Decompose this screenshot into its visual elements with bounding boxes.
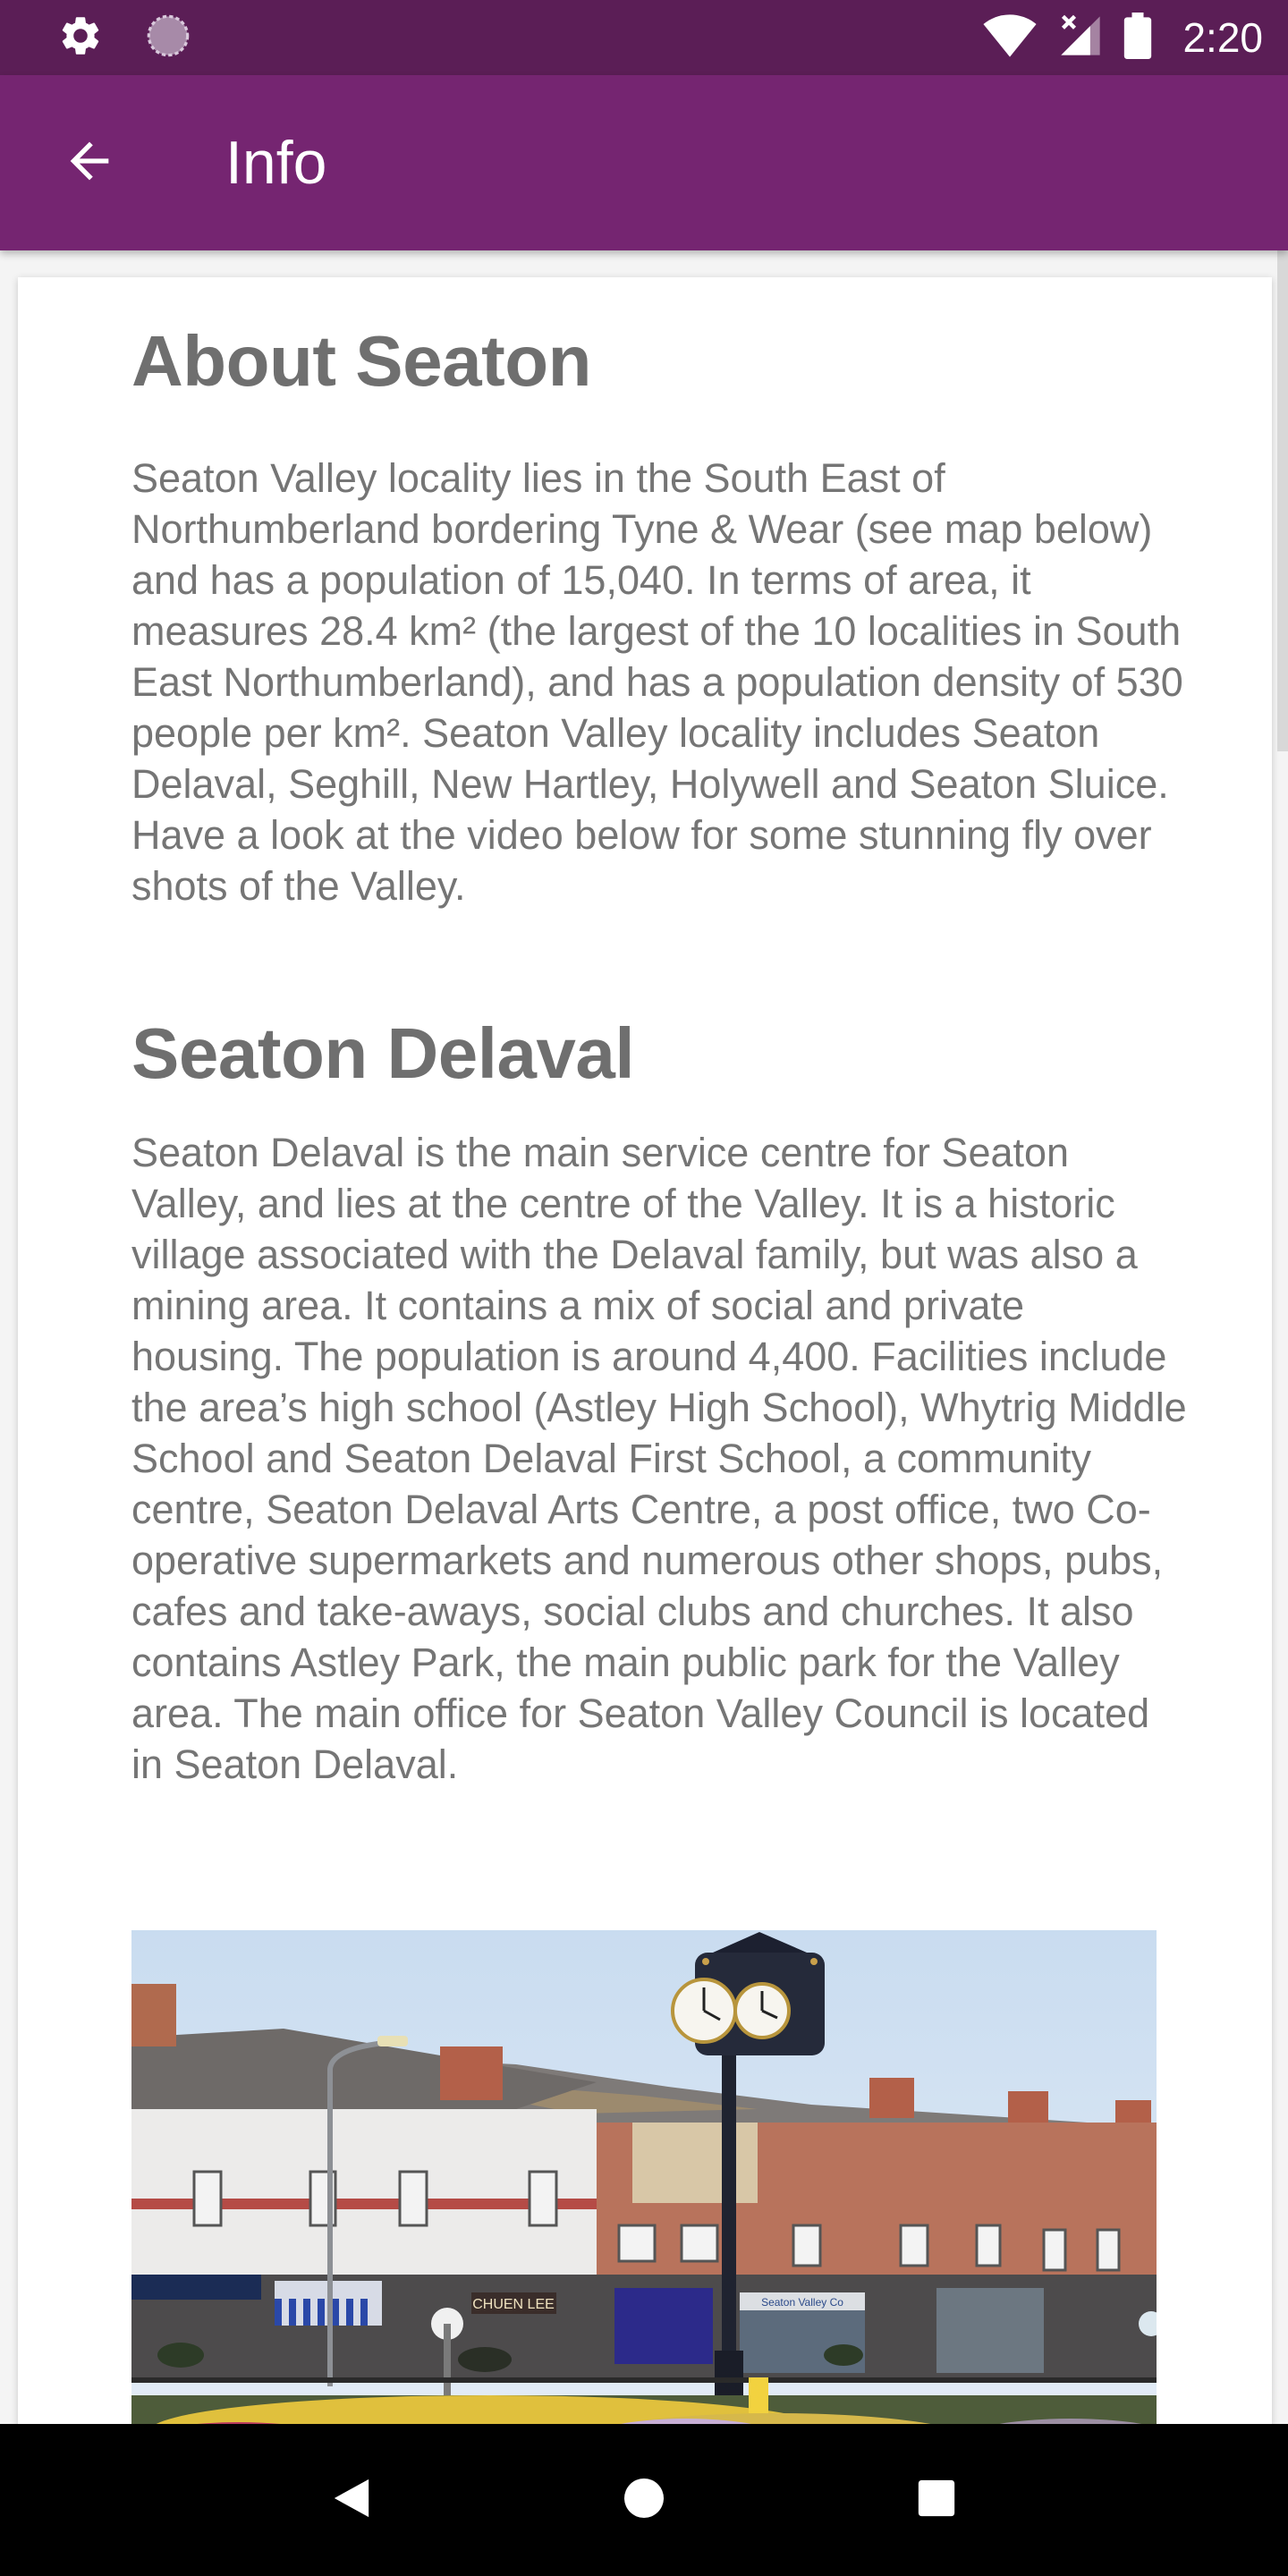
home-circle-icon <box>623 2477 665 2524</box>
nav-home-button[interactable] <box>599 2455 689 2545</box>
page-title: Info <box>225 129 327 197</box>
scrollbar[interactable] <box>1277 250 1288 751</box>
shop-sign-seaton-valley: Seaton Valley Co <box>761 2296 843 2309</box>
navigation-bar <box>0 2424 1288 2576</box>
back-triangle-icon <box>331 2476 372 2525</box>
gear-icon <box>57 13 104 64</box>
status-time: 2:20 <box>1182 14 1263 61</box>
back-button[interactable] <box>36 109 143 216</box>
nav-back-button[interactable] <box>307 2455 396 2545</box>
signal-icon <box>1057 13 1104 64</box>
status-bar: 2:20 <box>0 0 1288 75</box>
status-left <box>57 13 191 64</box>
info-card: About Seaton Seaton Valley locality lies… <box>18 277 1272 2424</box>
shop-sign-chuen-lee: CHUEN LEE <box>472 2297 555 2312</box>
seaton-delaval-photo: CHUEN LEE Seaton Valley Co <box>131 1930 1157 2424</box>
battery-icon <box>1123 12 1152 64</box>
wifi-icon <box>982 13 1038 64</box>
status-right: 2:20 <box>982 12 1263 64</box>
section-title-about: About Seaton <box>131 321 591 401</box>
app-bar: Info <box>0 75 1288 250</box>
section-body-delaval: Seaton Delaval is the main service centr… <box>131 1130 1187 1787</box>
content-area[interactable]: About Seaton Seaton Valley locality lies… <box>0 250 1288 2424</box>
spinner-icon <box>145 13 191 64</box>
arrow-left-icon <box>61 132 118 194</box>
section-body-about: Seaton Valley locality lies in the South… <box>131 455 1183 909</box>
nav-recents-button[interactable] <box>892 2455 981 2545</box>
recents-square-icon <box>917 2479 956 2522</box>
section-title-delaval: Seaton Delaval <box>131 1013 635 1093</box>
